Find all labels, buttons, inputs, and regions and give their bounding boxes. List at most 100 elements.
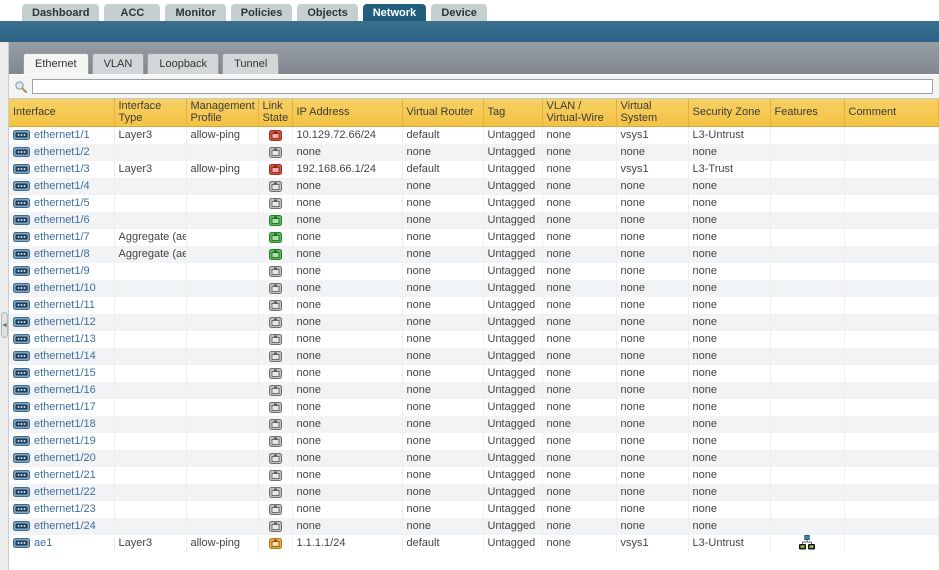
link-state-cell [258, 263, 292, 280]
vlan-virtual-wire-cell: none [542, 518, 616, 535]
tag-cell: Untagged [483, 280, 542, 297]
main-tab-objects[interactable]: Objects [297, 4, 357, 21]
interface-link[interactable]: ethernet1/16 [34, 382, 96, 399]
interface-link[interactable]: ethernet1/13 [34, 331, 96, 348]
main-tab-acc[interactable]: ACC [104, 4, 160, 21]
interface-link[interactable]: ethernet1/8 [34, 246, 90, 263]
ip-address-cell: none [292, 382, 402, 399]
comment-cell [844, 382, 939, 399]
main-tab-policies[interactable]: Policies [231, 4, 293, 21]
interface-type-cell [114, 365, 186, 382]
sub-tab-ethernet[interactable]: Ethernet [23, 53, 89, 74]
search-icon[interactable] [14, 80, 28, 94]
interface-link[interactable]: ethernet1/18 [34, 416, 96, 433]
interface-link[interactable]: ethernet1/21 [34, 467, 96, 484]
vlan-virtual-wire-cell: none [542, 399, 616, 416]
main-tab-monitor[interactable]: Monitor [165, 4, 225, 21]
column-header-comment[interactable]: Comment [844, 99, 939, 126]
interface-link[interactable]: ethernet1/1 [34, 127, 90, 144]
features-cell [770, 246, 844, 263]
interface-link[interactable]: ethernet1/3 [34, 161, 90, 178]
interface-type-cell [114, 263, 186, 280]
column-header-interface-type[interactable]: Interface Type [114, 99, 186, 126]
link-state-unknown-icon [269, 384, 282, 396]
table-row: ethernet1/24 nonenoneUntaggednonenonenon… [9, 518, 939, 535]
security-zone-cell: none [688, 229, 770, 246]
sub-tab-loopback[interactable]: Loopback [147, 53, 219, 74]
features-cell [770, 484, 844, 501]
nic-port-icon [13, 300, 30, 310]
main-tab-device[interactable]: Device [431, 4, 487, 21]
column-header-link-state[interactable]: Link State [258, 99, 292, 126]
sub-tab-vlan[interactable]: VLAN [92, 53, 145, 74]
security-zone-cell: none [688, 518, 770, 535]
interface-link[interactable]: ethernet1/10 [34, 280, 96, 297]
link-state-cell [258, 365, 292, 382]
security-zone-cell: none [688, 331, 770, 348]
comment-cell [844, 467, 939, 484]
ip-address-cell: none [292, 433, 402, 450]
management-profile-cell [186, 144, 258, 161]
ip-address-cell: none [292, 348, 402, 365]
interface-link[interactable]: ethernet1/5 [34, 195, 90, 212]
column-header-vlan-virtual-wire[interactable]: VLAN / Virtual-Wire [542, 99, 616, 126]
interface-link[interactable]: ethernet1/9 [34, 263, 90, 280]
column-header-virtual-system[interactable]: Virtual System [616, 99, 688, 126]
column-header-virtual-router[interactable]: Virtual Router [402, 99, 483, 126]
link-state-unknown-icon [269, 435, 282, 447]
interface-link[interactable]: ethernet1/2 [34, 144, 90, 161]
column-header-interface[interactable]: Interface [9, 99, 114, 126]
interface-link[interactable]: ae1 [34, 535, 52, 552]
tag-cell: Untagged [483, 433, 542, 450]
management-profile-cell [186, 467, 258, 484]
vlan-virtual-wire-cell: none [542, 382, 616, 399]
tag-cell: Untagged [483, 263, 542, 280]
security-zone-cell: none [688, 484, 770, 501]
virtual-system-cell: none [616, 467, 688, 484]
interface-link[interactable]: ethernet1/24 [34, 518, 96, 535]
column-header-security-zone[interactable]: Security Zone [688, 99, 770, 126]
virtual-router-cell: none [402, 348, 483, 365]
security-zone-cell: none [688, 263, 770, 280]
management-profile-cell [186, 416, 258, 433]
management-profile-cell [186, 280, 258, 297]
interface-link[interactable]: ethernet1/19 [34, 433, 96, 450]
filter-input[interactable] [32, 79, 933, 94]
collapse-left-icon[interactable]: ◄ [1, 312, 8, 338]
ip-address-cell: none [292, 365, 402, 382]
table-row: ethernet1/4 nonenoneUntaggednonenonenone [9, 178, 939, 195]
main-tab-network[interactable]: Network [363, 4, 426, 21]
link-state-up-icon [269, 248, 282, 260]
interface-link[interactable]: ethernet1/20 [34, 450, 96, 467]
interface-link[interactable]: ethernet1/14 [34, 348, 96, 365]
interface-link[interactable]: ethernet1/6 [34, 212, 90, 229]
nic-port-icon [13, 402, 30, 412]
column-header-tag[interactable]: Tag [483, 99, 542, 126]
tag-cell: Untagged [483, 399, 542, 416]
table-row: ethernet1/13 nonenoneUntaggednonenonenon… [9, 331, 939, 348]
vlan-virtual-wire-cell: none [542, 246, 616, 263]
interface-link[interactable]: ethernet1/4 [34, 178, 90, 195]
nic-port-icon [13, 538, 30, 548]
vlan-virtual-wire-cell: none [542, 263, 616, 280]
main-tab-dashboard[interactable]: Dashboard [22, 4, 99, 21]
management-profile-cell [186, 348, 258, 365]
features-cell [770, 212, 844, 229]
vlan-virtual-wire-cell: none [542, 229, 616, 246]
sub-tab-tunnel[interactable]: Tunnel [222, 53, 279, 74]
column-header-features[interactable]: Features [770, 99, 844, 126]
interface-link[interactable]: ethernet1/7 [34, 229, 90, 246]
interface-link[interactable]: ethernet1/11 [34, 297, 95, 314]
interface-link[interactable]: ethernet1/23 [34, 501, 96, 518]
security-zone-cell: none [688, 348, 770, 365]
interface-link[interactable]: ethernet1/15 [34, 365, 96, 382]
ip-address-cell: none [292, 195, 402, 212]
link-state-unknown-icon [269, 503, 282, 515]
interface-link[interactable]: ethernet1/17 [34, 399, 96, 416]
link-state-down-icon [269, 163, 282, 175]
virtual-system-cell: none [616, 382, 688, 399]
column-header-management-profile[interactable]: Management Profile [186, 99, 258, 126]
interface-link[interactable]: ethernet1/12 [34, 314, 96, 331]
interface-link[interactable]: ethernet1/22 [34, 484, 96, 501]
column-header-ip-address[interactable]: IP Address [292, 99, 402, 126]
